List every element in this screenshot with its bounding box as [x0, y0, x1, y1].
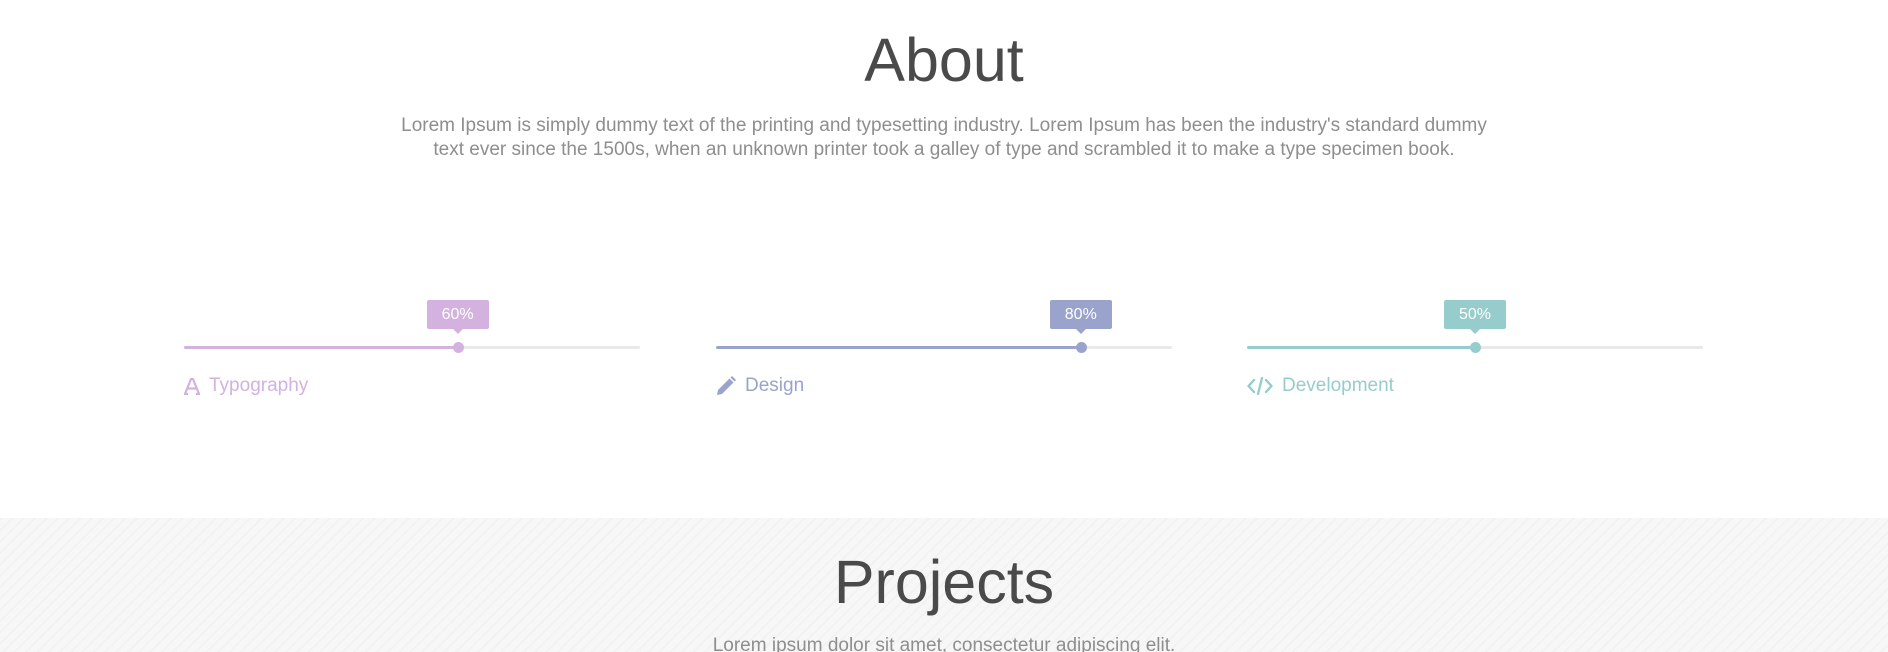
skill-progress-track [1247, 342, 1703, 353]
skill-typography: 60% Typography [184, 300, 640, 420]
skill-progress-knob [452, 342, 464, 353]
projects-title: Projects [833, 548, 1055, 616]
skill-label: Design [716, 374, 804, 398]
skill-progress-track [184, 342, 640, 353]
skill-label-text: Design [745, 375, 805, 396]
skill-development: 50% Development [1247, 300, 1703, 420]
skill-progress-track [716, 342, 1172, 353]
code-icon [1247, 374, 1273, 398]
skill-percent-badge: 80% [1049, 300, 1112, 334]
skill-progress-knob [1075, 342, 1087, 353]
projects-section: Projects Lorem ipsum dolor sit amet, con… [0, 518, 1888, 652]
font-icon [184, 374, 200, 398]
pencil-icon [716, 374, 736, 398]
skill-percent-badge: 50% [1444, 300, 1506, 334]
projects-description: Lorem ipsum dolor sit amet, consectetur … [712, 635, 1176, 652]
about-title: About [864, 26, 1024, 94]
skill-label-text: Development [1282, 375, 1394, 396]
about-description: Lorem Ipsum is simply dummy text of the … [401, 115, 1487, 160]
skill-progress-knob [1470, 342, 1481, 353]
skill-progress-fill [1247, 346, 1475, 349]
skill-progress-fill [716, 346, 1081, 349]
skill-progress-fill [184, 346, 458, 349]
page: About Lorem Ipsum is simply dummy text o… [0, 0, 1888, 652]
skill-design: 80% Design [716, 300, 1172, 420]
about-section: About Lorem Ipsum is simply dummy text o… [0, 0, 1888, 518]
skill-label: Development [1247, 374, 1394, 398]
skill-label-text: Typography [209, 375, 309, 396]
skill-percent-badge: 60% [426, 300, 489, 334]
skill-label: Typography [184, 374, 308, 398]
